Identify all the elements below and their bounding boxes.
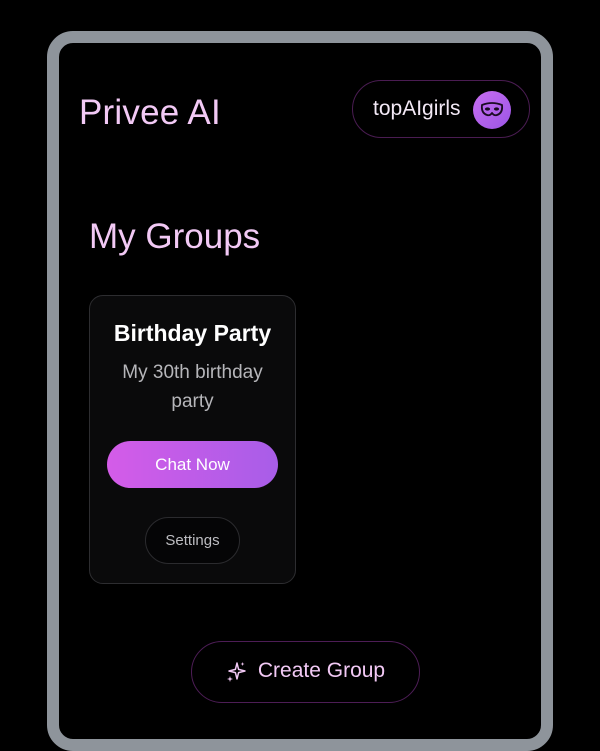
avatar: [473, 91, 511, 129]
chat-now-button[interactable]: Chat Now: [107, 441, 278, 488]
group-settings-button[interactable]: Settings: [145, 517, 240, 564]
sparkle-icon: [226, 661, 246, 688]
username-label: topAIgirls: [373, 97, 461, 120]
group-card: Birthday Party My 30th birthday party Ch…: [89, 295, 296, 584]
create-group-button[interactable]: Create Group: [191, 641, 420, 703]
section-title-my-groups: My Groups: [89, 217, 261, 256]
user-profile-button[interactable]: topAIgirls: [352, 80, 530, 138]
app-title: Privee AI: [79, 93, 221, 132]
create-group-label: Create Group: [257, 659, 386, 682]
group-card-description: My 30th birthday party: [122, 362, 263, 412]
mask-icon: [480, 102, 504, 117]
group-card-title: Birthday Party: [113, 320, 272, 346]
device-frame: Privee AI topAIgirls My Groups Birthday …: [47, 31, 553, 751]
